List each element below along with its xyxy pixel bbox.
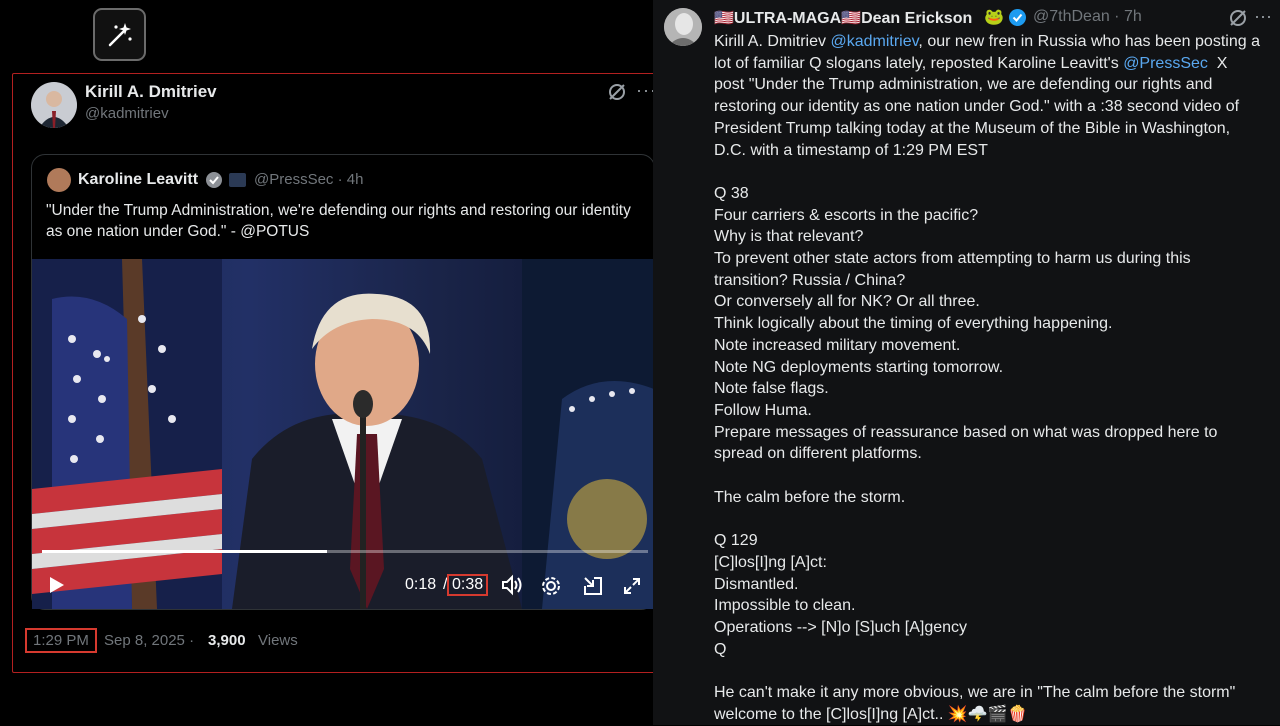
avatar[interactable] — [47, 168, 71, 192]
fullscreen-icon[interactable] — [622, 576, 642, 601]
post-time[interactable]: 1:29 PM — [25, 628, 97, 653]
grok-icon[interactable] — [1228, 8, 1248, 33]
video-progress-fill — [42, 550, 327, 553]
video-current-time: 0:18 — [405, 576, 437, 593]
author-handle[interactable]: @kadmitriev — [85, 105, 169, 122]
quoted-tweet-text: "Under the Trump Administration, we're d… — [46, 202, 631, 240]
video-total-time: 0:38 — [447, 574, 489, 596]
verified-icon — [205, 171, 223, 194]
video-player[interactable] — [32, 259, 654, 609]
pip-icon[interactable] — [582, 575, 604, 602]
speaker-image — [232, 293, 522, 609]
sparkle-button[interactable] — [93, 8, 146, 61]
grok-icon[interactable] — [607, 82, 627, 107]
volume-icon[interactable] — [500, 573, 524, 602]
tweet-body: Kirill A. Dmitriev @kadmitriev, our new … — [714, 31, 1262, 726]
government-badge-icon — [229, 173, 246, 187]
quoted-author-handle[interactable]: @PressSec · 4h — [254, 171, 363, 188]
body-text: Q 38 Four carriers & escorts in the paci… — [714, 184, 1236, 723]
author-handle[interactable]: @7thDean · 7h — [1033, 8, 1142, 26]
settings-icon[interactable] — [540, 575, 562, 602]
mention-link[interactable]: @kadmitriev — [830, 33, 918, 50]
post-date[interactable]: Sep 8, 2025 · — [104, 632, 194, 649]
verified-icon — [1008, 8, 1027, 32]
more-icon[interactable]: ··· — [1254, 6, 1272, 27]
avatar[interactable] — [664, 8, 702, 46]
author-emoji: 🐸 — [984, 9, 1004, 26]
author-name[interactable]: Kirill A. Dmitriev — [85, 82, 217, 102]
play-icon[interactable] — [46, 575, 66, 600]
sparkle-icon — [108, 22, 132, 46]
author-name[interactable]: 🇺🇸ULTRA-MAGA🇺🇸Dean Erickson — [714, 8, 972, 28]
views-label: Views — [258, 632, 298, 649]
quoted-author-name[interactable]: Karoline Leavitt — [78, 171, 198, 189]
avatar[interactable] — [31, 82, 77, 128]
mention-link[interactable]: @PressSec — [1123, 55, 1208, 72]
body-text: Kirill A. Dmitriev — [714, 33, 831, 50]
views-count: 3,900 — [208, 632, 246, 649]
